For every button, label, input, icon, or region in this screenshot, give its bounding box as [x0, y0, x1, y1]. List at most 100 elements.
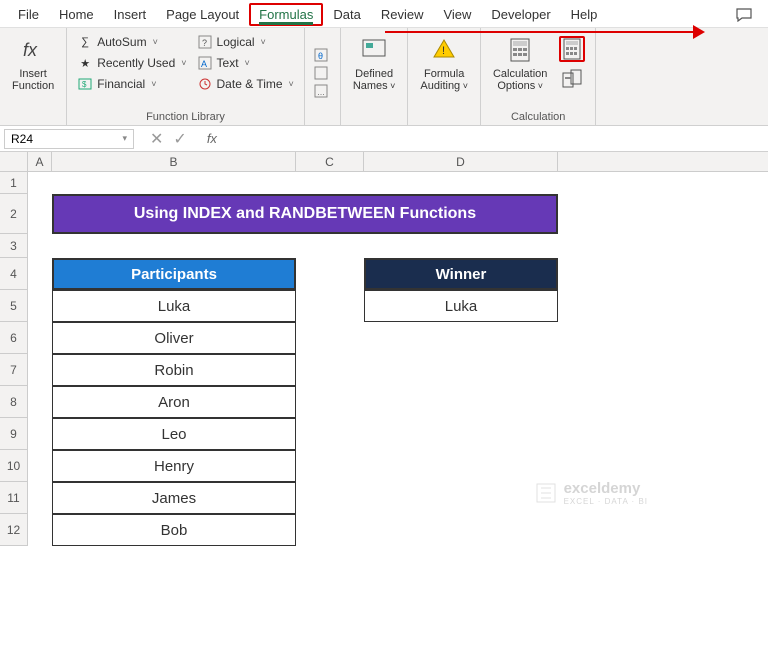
group-continuation[interactable]: θ… — [305, 28, 341, 125]
cell[interactable] — [28, 322, 52, 354]
col-header-b[interactable]: B — [52, 152, 296, 171]
recently-used-button[interactable]: ★Recently Used˅ — [73, 53, 190, 73]
col-header-c[interactable]: C — [296, 152, 364, 171]
autosum-button[interactable]: ∑AutoSum˅ — [73, 32, 190, 52]
tab-data[interactable]: Data — [323, 3, 370, 26]
cell[interactable] — [364, 322, 558, 354]
formula-auditing-button[interactable]: ! Formula Auditing — [414, 32, 474, 121]
cell[interactable] — [28, 290, 52, 322]
row-header[interactable]: 5 — [0, 290, 28, 322]
cell[interactable] — [28, 386, 52, 418]
row-header[interactable]: 7 — [0, 354, 28, 386]
cell[interactable] — [364, 386, 558, 418]
title-cell[interactable]: Using INDEX and RANDBETWEEN Functions — [52, 194, 558, 234]
cell[interactable] — [296, 418, 364, 450]
cell[interactable] — [28, 450, 52, 482]
row-header[interactable]: 1 — [0, 172, 28, 194]
participant-cell[interactable]: James — [52, 482, 296, 514]
participants-header[interactable]: Participants — [52, 258, 296, 290]
cell[interactable] — [28, 418, 52, 450]
text-button[interactable]: AText˅ — [193, 53, 298, 73]
row-header[interactable]: 12 — [0, 514, 28, 546]
tab-insert[interactable]: Insert — [104, 3, 157, 26]
col-header-a[interactable]: A — [28, 152, 52, 171]
cell[interactable] — [296, 482, 364, 514]
tab-file[interactable]: File — [8, 3, 49, 26]
ribbon: fx Insert Function ∑AutoSum˅ ★Recently U… — [0, 28, 768, 126]
calculate-sheet-button[interactable] — [559, 66, 585, 92]
row-header[interactable]: 9 — [0, 418, 28, 450]
winner-header[interactable]: Winner — [364, 258, 558, 290]
cell[interactable] — [52, 234, 296, 258]
cell[interactable] — [28, 482, 52, 514]
cell[interactable] — [28, 354, 52, 386]
cell[interactable] — [296, 386, 364, 418]
participant-cell[interactable]: Oliver — [52, 322, 296, 354]
group-defined-names: Defined Names — [341, 28, 409, 125]
svg-text:!: ! — [442, 45, 445, 57]
row-header[interactable]: 4 — [0, 258, 28, 290]
row-header[interactable]: 10 — [0, 450, 28, 482]
cell[interactable] — [28, 172, 52, 194]
cell[interactable] — [296, 514, 364, 546]
participant-cell[interactable]: Henry — [52, 450, 296, 482]
cell[interactable] — [296, 290, 364, 322]
group-calculation: Calculation Options Calculation — [481, 28, 596, 125]
calculate-now-button[interactable] — [559, 36, 585, 62]
cell[interactable] — [364, 514, 558, 546]
tab-page-layout[interactable]: Page Layout — [156, 3, 249, 26]
defined-names-button[interactable]: Defined Names — [347, 32, 402, 121]
cell[interactable] — [296, 322, 364, 354]
tab-review[interactable]: Review — [371, 3, 434, 26]
participant-cell[interactable]: Aron — [52, 386, 296, 418]
tab-developer[interactable]: Developer — [481, 3, 560, 26]
cell[interactable] — [28, 258, 52, 290]
cell[interactable] — [296, 234, 364, 258]
tab-formulas[interactable]: Formulas — [249, 3, 323, 26]
formula-input[interactable] — [225, 130, 764, 148]
comments-icon[interactable] — [728, 4, 760, 26]
date-time-button[interactable]: Date & Time˅ — [193, 74, 298, 94]
cell[interactable] — [28, 194, 52, 234]
participant-cell[interactable]: Leo — [52, 418, 296, 450]
cell[interactable] — [52, 172, 296, 194]
cell[interactable] — [364, 418, 558, 450]
winner-cell[interactable]: Luka — [364, 290, 558, 322]
row-header[interactable]: 2 — [0, 194, 28, 234]
row-header[interactable]: 11 — [0, 482, 28, 514]
clock-icon — [197, 76, 213, 92]
cell[interactable] — [364, 172, 558, 194]
cell[interactable] — [364, 354, 558, 386]
select-all-corner[interactable] — [0, 152, 28, 171]
participant-cell[interactable]: Robin — [52, 354, 296, 386]
col-header-d[interactable]: D — [364, 152, 558, 171]
participant-cell[interactable]: Luka — [52, 290, 296, 322]
fx-icon[interactable]: fx — [203, 131, 221, 146]
row-header[interactable]: 6 — [0, 322, 28, 354]
cell[interactable] — [364, 482, 558, 514]
calc-now-icon — [562, 38, 582, 60]
cell[interactable] — [296, 354, 364, 386]
participant-cell[interactable]: Bob — [52, 514, 296, 546]
tab-help[interactable]: Help — [561, 3, 608, 26]
tab-home[interactable]: Home — [49, 3, 104, 26]
logical-button[interactable]: ?Logical˅ — [193, 32, 298, 52]
insert-function-button[interactable]: fx Insert Function — [6, 32, 60, 121]
financial-button[interactable]: $Financial˅ — [73, 74, 190, 94]
tab-view[interactable]: View — [433, 3, 481, 26]
svg-text:θ: θ — [318, 51, 323, 61]
row-header[interactable]: 3 — [0, 234, 28, 258]
name-box[interactable]: R24▾ — [4, 129, 134, 149]
cell[interactable] — [28, 234, 52, 258]
calculation-options-button[interactable]: Calculation Options — [487, 32, 553, 109]
row-header[interactable]: 8 — [0, 386, 28, 418]
cell[interactable] — [28, 514, 52, 546]
cancel-formula-icon[interactable]: ✕ — [146, 129, 167, 149]
cell[interactable] — [296, 258, 364, 290]
more-icon: θ… — [313, 47, 331, 107]
cell[interactable] — [296, 450, 364, 482]
cell[interactable] — [364, 450, 558, 482]
cell[interactable] — [364, 234, 558, 258]
cell[interactable] — [296, 172, 364, 194]
enter-formula-icon[interactable]: ✓ — [169, 129, 190, 149]
